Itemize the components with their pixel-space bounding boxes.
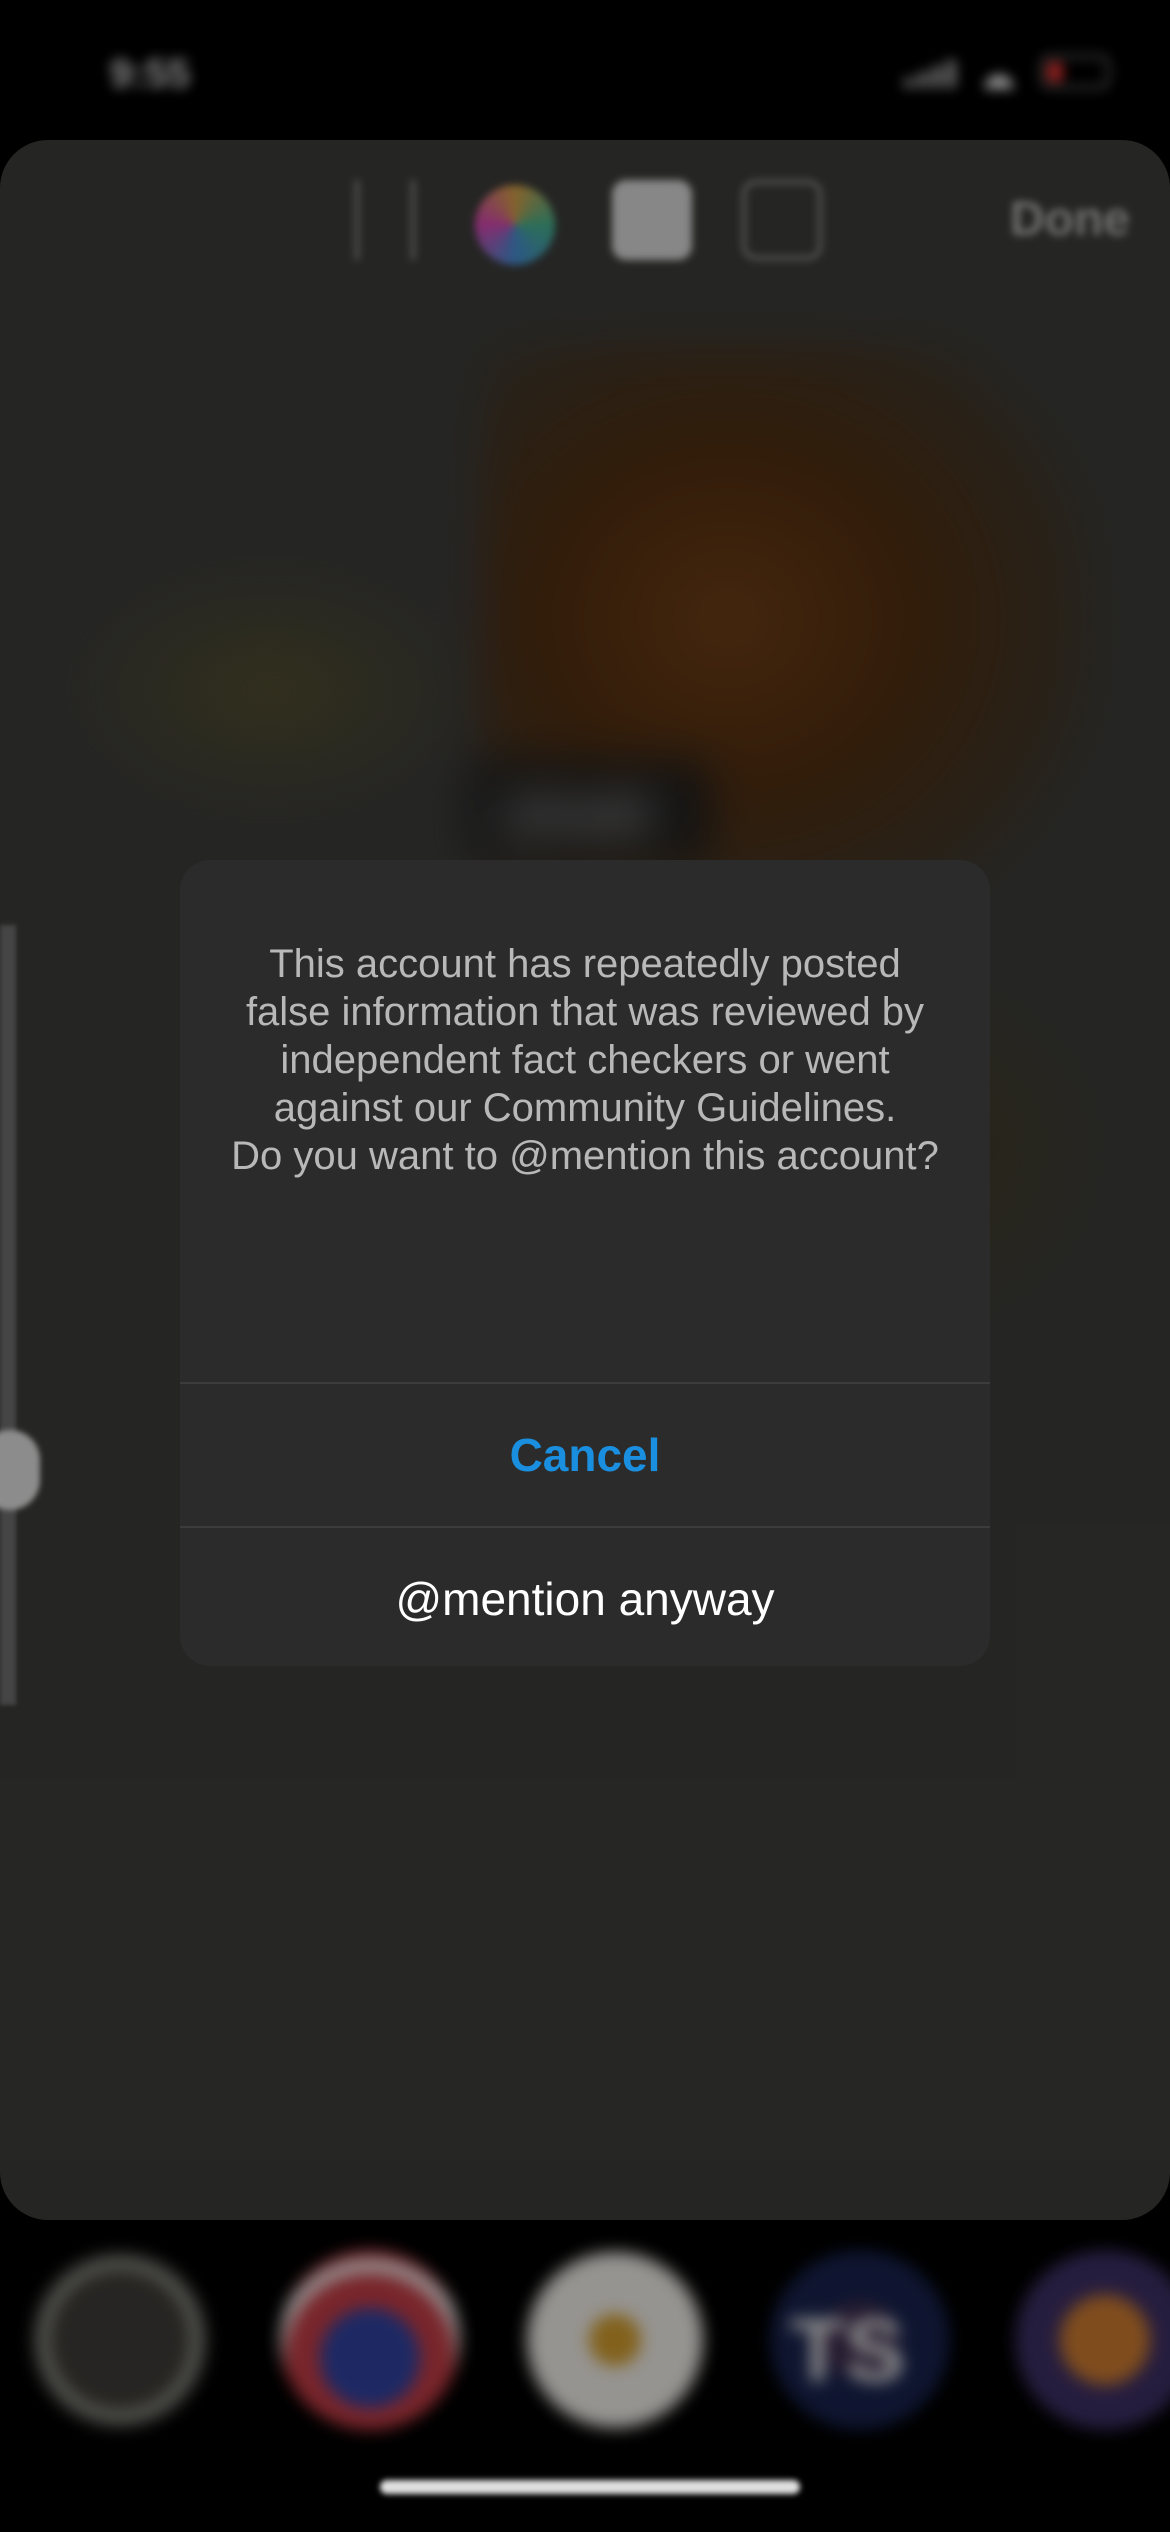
false-information-alert: This account has repeatedly posted false… — [180, 860, 990, 1666]
alert-message: This account has repeatedly posted false… — [231, 942, 939, 1178]
screen: 9:55 @tubi Done TS This account has repe… — [0, 0, 1170, 2532]
mention-anyway-button[interactable]: @mention anyway — [180, 1528, 990, 1666]
home-indicator — [380, 2480, 800, 2494]
cancel-button[interactable]: Cancel — [180, 1384, 990, 1526]
